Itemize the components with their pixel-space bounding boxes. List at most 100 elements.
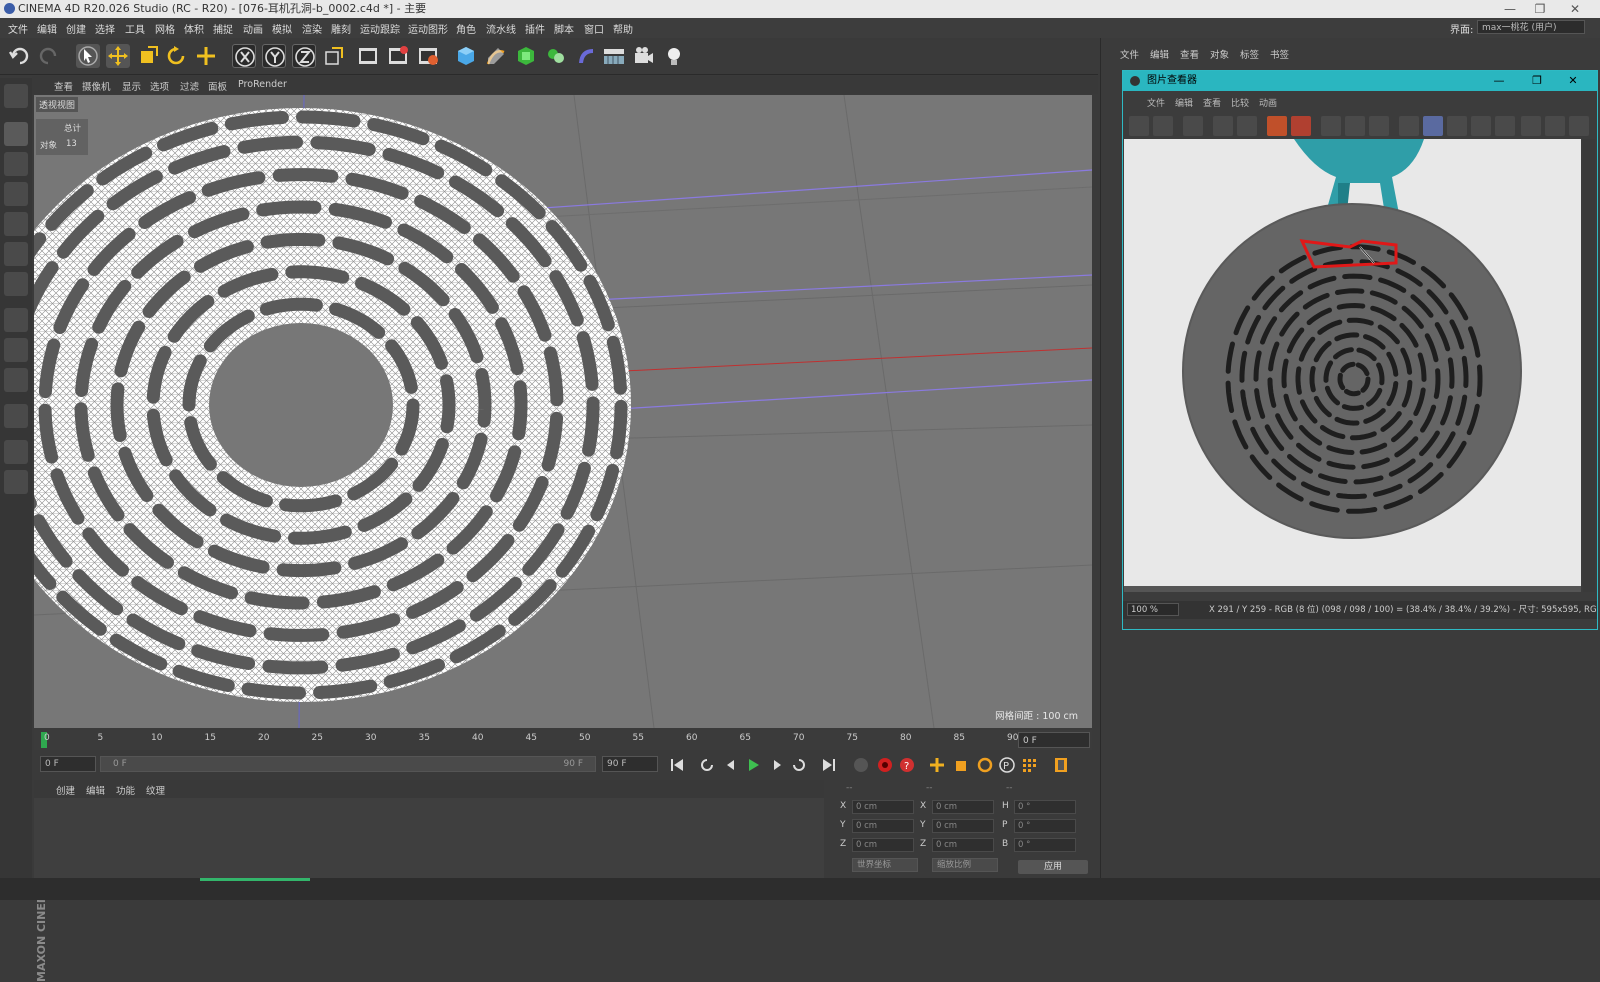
viewport-menu-view[interactable]: 查看 xyxy=(54,79,73,93)
apply-button[interactable]: 应用 xyxy=(1018,860,1088,874)
workplane-icon[interactable] xyxy=(4,182,28,206)
close-button[interactable]: ✕ xyxy=(1560,0,1590,18)
pv-menu-edit[interactable]: 编辑 xyxy=(1175,96,1193,109)
timeline-ruler[interactable]: 0 5 10 15 20 25 30 35 40 45 50 55 60 65 70 75 80 85 90 xyxy=(34,730,1092,750)
menu-window[interactable]: 窗口 xyxy=(584,21,604,36)
perspective-viewport[interactable]: 透视视图 总计 对象 13 网格间距 : 100 cm xyxy=(34,95,1092,728)
play-icon[interactable] xyxy=(744,756,762,774)
material-manager-area[interactable] xyxy=(34,798,824,878)
pv-render-icon[interactable] xyxy=(1267,116,1287,136)
object-menu-edit[interactable]: 编辑 xyxy=(1150,47,1169,61)
pv-menu-file[interactable]: 文件 xyxy=(1147,96,1165,109)
object-menu-objects[interactable]: 对象 xyxy=(1210,47,1229,61)
previous-frame-icon[interactable] xyxy=(722,756,740,774)
object-menu-bookmarks[interactable]: 书签 xyxy=(1270,47,1289,61)
menu-mesh[interactable]: 网格 xyxy=(155,21,175,36)
edges-mode-icon[interactable] xyxy=(4,242,28,266)
viewport-menu-prorender[interactable]: ProRender xyxy=(238,79,287,90)
render-view-icon[interactable] xyxy=(356,44,380,68)
menu-animate[interactable]: 动画 xyxy=(243,21,263,36)
menu-file[interactable]: 文件 xyxy=(8,21,28,36)
position-z-field[interactable]: 0 cm xyxy=(852,838,914,852)
y-axis-lock-icon[interactable] xyxy=(262,44,286,68)
previous-key-icon[interactable] xyxy=(698,756,716,774)
pv-open-icon[interactable] xyxy=(1129,116,1149,136)
menu-pipeline[interactable]: 流水线 xyxy=(486,21,516,36)
go-to-start-icon[interactable] xyxy=(668,756,686,774)
solo-mode-icon[interactable] xyxy=(4,368,28,392)
layout-select[interactable]: max一桃花 (用户) xyxy=(1477,20,1585,34)
material-menu-create[interactable]: 创建 xyxy=(56,783,75,797)
menu-help[interactable]: 帮助 xyxy=(613,21,633,36)
floor-environment-icon[interactable] xyxy=(602,44,626,68)
pen-spline-icon[interactable] xyxy=(484,44,508,68)
pv-set-b-icon[interactable] xyxy=(1495,116,1515,136)
end-frame-field[interactable]: 90 F xyxy=(602,756,658,772)
key-position-icon[interactable] xyxy=(928,756,946,774)
pv-snapshot-icon[interactable] xyxy=(1321,116,1341,136)
pv-close-button[interactable]: ✕ xyxy=(1563,71,1583,91)
viewport-menu-panel[interactable]: 面板 xyxy=(208,79,227,93)
pv-info-icon[interactable] xyxy=(1569,116,1589,136)
pv-filter-icon[interactable] xyxy=(1183,116,1203,136)
menu-tools[interactable]: 工具 xyxy=(125,21,145,36)
start-frame-field[interactable]: 0 F xyxy=(40,756,96,772)
menu-simulate[interactable]: 模拟 xyxy=(272,21,292,36)
scale-icon[interactable] xyxy=(136,44,160,68)
motion-record-icon[interactable] xyxy=(852,756,870,774)
size-x-field[interactable]: 0 cm xyxy=(932,800,994,814)
pv-split-icon[interactable] xyxy=(1423,116,1443,136)
record-keys-icon[interactable] xyxy=(876,756,894,774)
restore-button[interactable]: ❐ xyxy=(1525,0,1555,18)
menu-script[interactable]: 脚本 xyxy=(554,21,574,36)
frame-range-slider[interactable]: 0 F 90 F xyxy=(100,756,596,772)
pv-minimize-button[interactable]: — xyxy=(1489,71,1509,91)
next-frame-icon[interactable] xyxy=(768,756,786,774)
live-selection-icon[interactable] xyxy=(76,44,100,68)
menu-sculpt[interactable]: 雕刻 xyxy=(331,21,351,36)
snap-icon[interactable] xyxy=(4,404,28,428)
next-key-icon[interactable] xyxy=(790,756,808,774)
go-to-end-icon[interactable] xyxy=(820,756,838,774)
polygons-mode-icon[interactable] xyxy=(4,272,28,296)
position-y-field[interactable]: 0 cm xyxy=(852,819,914,833)
pv-ab-compare-icon[interactable] xyxy=(1399,116,1419,136)
model-mode-icon[interactable] xyxy=(4,122,28,146)
menu-mograph[interactable]: 运动图形 xyxy=(408,21,448,36)
pv-zoom-field[interactable]: 100 % xyxy=(1127,603,1179,616)
workplane-lock-icon[interactable] xyxy=(4,440,28,464)
light-icon[interactable] xyxy=(662,44,686,68)
key-parameter-icon[interactable]: P xyxy=(998,756,1016,774)
object-menu-tags[interactable]: 标签 xyxy=(1240,47,1259,61)
viewport-menu-filter[interactable]: 过滤 xyxy=(180,79,199,93)
points-mode-icon[interactable] xyxy=(4,212,28,236)
array-mograph-icon[interactable] xyxy=(544,44,568,68)
viewport-menu-options[interactable]: 选项 xyxy=(150,79,169,93)
menu-snap[interactable]: 捕捉 xyxy=(213,21,233,36)
pv-render-region-icon[interactable] xyxy=(1291,116,1311,136)
axis-mode-icon[interactable] xyxy=(4,308,28,332)
viewport-menu-cameras[interactable]: 摄像机 xyxy=(82,79,111,93)
camera-icon[interactable] xyxy=(632,44,656,68)
menu-select[interactable]: 选择 xyxy=(95,21,115,36)
menu-create[interactable]: 创建 xyxy=(66,21,86,36)
menu-edit[interactable]: 编辑 xyxy=(37,21,57,36)
scale-mode-dropdown[interactable]: 缩放比例 xyxy=(932,858,998,872)
current-frame-field[interactable]: 0 F xyxy=(1018,732,1090,748)
pv-horizontal-scrollbar[interactable] xyxy=(1124,586,1581,592)
planar-workplane-icon[interactable] xyxy=(4,470,28,494)
menu-character[interactable]: 角色 xyxy=(456,21,476,36)
deformer-icon[interactable] xyxy=(574,44,598,68)
x-axis-lock-icon[interactable] xyxy=(232,44,256,68)
pv-region-icon[interactable] xyxy=(1213,116,1233,136)
rendered-image[interactable] xyxy=(1124,139,1581,592)
pv-set-a-icon[interactable] xyxy=(1471,116,1491,136)
menu-plugins[interactable]: 插件 xyxy=(525,21,545,36)
pv-menu-compare[interactable]: 比较 xyxy=(1231,96,1249,109)
undo-icon[interactable] xyxy=(8,44,32,68)
position-x-field[interactable]: 0 cm xyxy=(852,800,914,814)
material-menu-texture[interactable]: 纹理 xyxy=(146,783,165,797)
coordinate-mode-dropdown[interactable]: 世界坐标 xyxy=(852,858,918,872)
cube-primitive-icon[interactable] xyxy=(454,44,478,68)
key-pla-icon[interactable] xyxy=(1020,756,1038,774)
